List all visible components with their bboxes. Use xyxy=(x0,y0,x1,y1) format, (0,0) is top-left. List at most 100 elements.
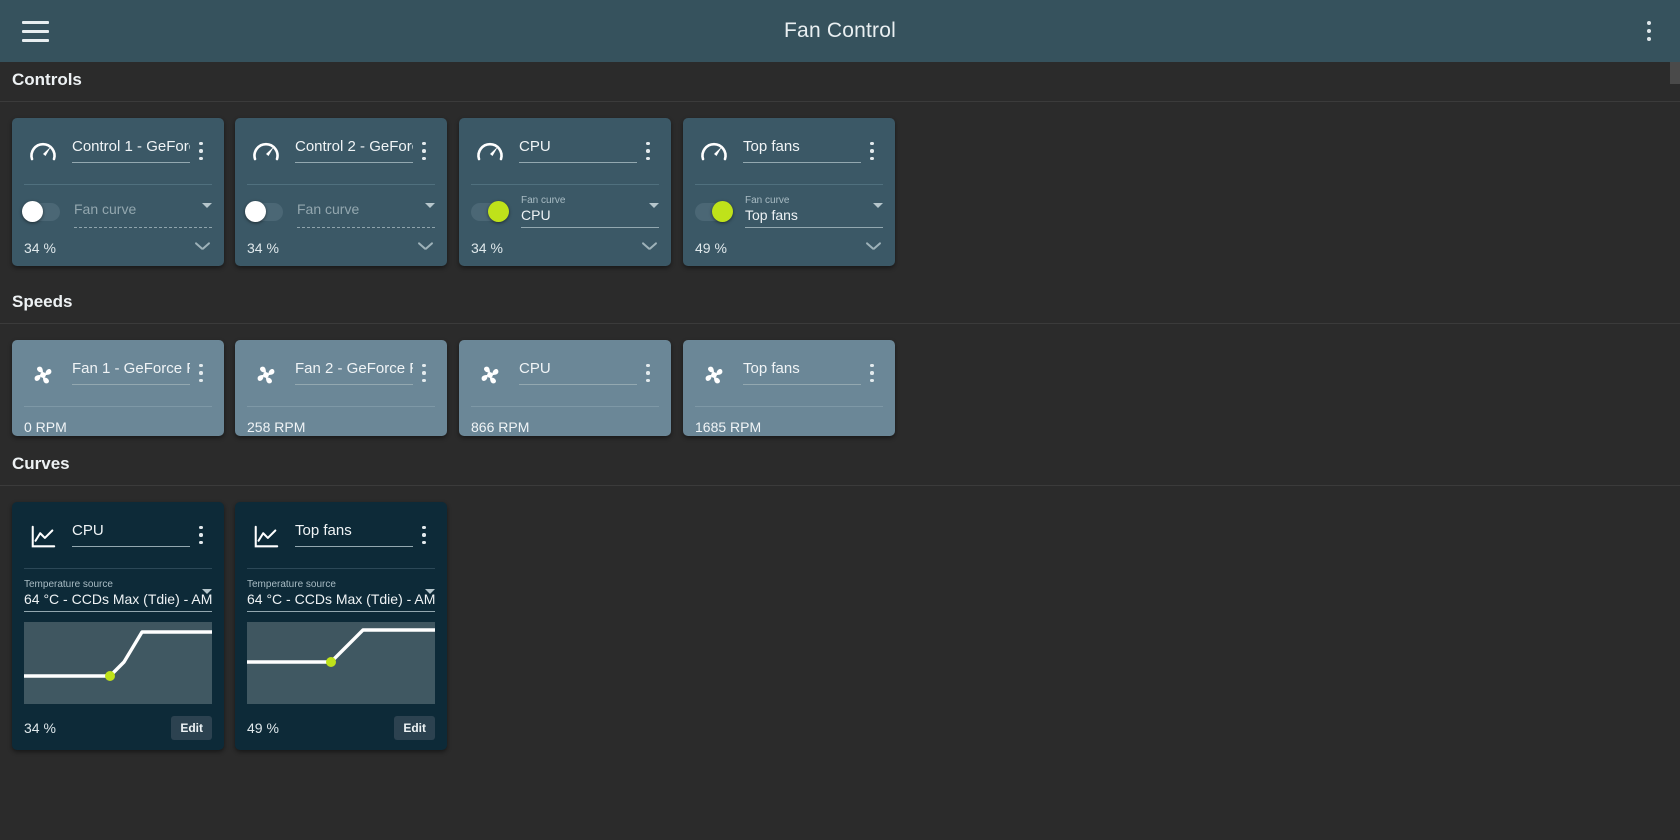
speed-name-field[interactable]: CPU xyxy=(519,360,637,385)
field-underline xyxy=(295,384,413,385)
control-footer: 34 % xyxy=(459,228,671,256)
kebab-dot xyxy=(646,141,650,146)
control-percent: 49 % xyxy=(695,240,727,256)
control-kebab-icon[interactable] xyxy=(861,136,883,166)
field-underline xyxy=(519,384,637,385)
toggle-knob xyxy=(245,200,266,222)
fan-curve-select[interactable]: Fan curve Top fans xyxy=(745,195,883,228)
fan-icon xyxy=(695,356,733,394)
speed-card-header: CPU xyxy=(459,340,671,394)
scrollbar-thumb[interactable] xyxy=(1670,62,1680,84)
curve-name: CPU xyxy=(72,522,104,539)
speed-name-field[interactable]: Fan 2 - GeForce RTX xyxy=(295,360,413,385)
control-card-header: Control 2 - GeForce xyxy=(235,118,447,172)
kebab-menu-icon[interactable] xyxy=(1632,11,1666,51)
expand-chevron-icon[interactable] xyxy=(417,243,435,254)
select-underline xyxy=(247,611,435,612)
control-card[interactable]: Control 1 - GeForce Fan curve 34 % xyxy=(12,118,224,266)
control-name: CPU xyxy=(519,138,551,155)
speed-name-field[interactable]: Fan 1 - GeForce RTX xyxy=(72,360,190,385)
speed-name-field[interactable]: Top fans xyxy=(743,360,861,385)
control-kebab-icon[interactable] xyxy=(413,136,435,166)
speed-name: CPU xyxy=(519,360,551,377)
expand-chevron-icon[interactable] xyxy=(194,243,212,254)
fan-curve-select[interactable]: Fan curve CPU xyxy=(521,195,659,228)
speed-card[interactable]: Fan 2 - GeForce RTX 258 RPM xyxy=(235,340,447,436)
control-enable-toggle[interactable] xyxy=(245,200,283,222)
kebab-dot xyxy=(870,371,874,375)
kebab-dot xyxy=(422,149,426,153)
speed-kebab-icon[interactable] xyxy=(413,358,435,388)
curve-card-header: CPU xyxy=(12,502,224,556)
curve-kebab-icon[interactable] xyxy=(190,520,212,550)
expand-chevron-icon[interactable] xyxy=(865,243,883,254)
control-name-field[interactable]: CPU xyxy=(519,138,637,163)
curve-card[interactable]: Top fans Temperature source 64 °C - CCDs… xyxy=(235,502,447,750)
chevron-down-icon xyxy=(425,589,435,594)
control-card[interactable]: Control 2 - GeForce Fan curve 34 % xyxy=(235,118,447,266)
kebab-dot xyxy=(199,525,203,530)
fan-curve-placeholder: Fan curve xyxy=(297,201,360,217)
control-card[interactable]: CPU Fan curve CPU 34 % xyxy=(459,118,671,266)
curve-card[interactable]: CPU Temperature source 64 °C - CCDs Max … xyxy=(12,502,224,750)
speedometer-icon xyxy=(24,134,62,172)
curve-graph[interactable] xyxy=(247,622,435,704)
fan-curve-label: Fan curve xyxy=(745,195,790,206)
curve-footer: 49 % Edit xyxy=(235,704,447,740)
control-kebab-icon[interactable] xyxy=(637,136,659,166)
control-enable-toggle[interactable] xyxy=(22,200,60,222)
kebab-dot xyxy=(1647,29,1651,33)
speed-kebab-icon[interactable] xyxy=(190,358,212,388)
speed-rpm: 1685 RPM xyxy=(695,419,762,435)
control-enable-toggle[interactable] xyxy=(695,200,733,222)
chevron-down-icon xyxy=(649,203,659,208)
curve-name-field[interactable]: CPU xyxy=(72,522,190,547)
fan-curve-select[interactable]: Fan curve xyxy=(74,195,212,228)
kebab-dot xyxy=(422,378,426,383)
toggle-knob xyxy=(22,200,43,222)
field-underline xyxy=(743,384,861,385)
field-underline xyxy=(295,546,413,547)
fan-curve-placeholder: Fan curve xyxy=(74,201,137,217)
control-name: Top fans xyxy=(743,138,800,155)
speed-card[interactable]: CPU 866 RPM xyxy=(459,340,671,436)
temperature-source-select[interactable]: Temperature source 64 °C - CCDs Max (Tdi… xyxy=(12,569,224,612)
curve-kebab-icon[interactable] xyxy=(413,520,435,550)
speed-kebab-icon[interactable] xyxy=(861,358,883,388)
kebab-dot xyxy=(646,371,650,375)
line-chart-icon xyxy=(24,518,62,556)
control-name-field[interactable]: Control 1 - GeForce xyxy=(72,138,190,163)
edit-button[interactable]: Edit xyxy=(394,716,435,740)
speedometer-icon xyxy=(247,134,285,172)
kebab-dot xyxy=(870,363,874,368)
control-card[interactable]: Top fans Fan curve Top fans 49 % xyxy=(683,118,895,266)
page-title: Fan Control xyxy=(784,19,896,42)
kebab-dot xyxy=(1647,21,1651,25)
control-kebab-icon[interactable] xyxy=(190,136,212,166)
speedometer-icon xyxy=(471,134,509,172)
select-underline xyxy=(297,227,435,228)
select-underline xyxy=(521,227,659,228)
curve-graph[interactable] xyxy=(24,622,212,704)
speed-kebab-icon[interactable] xyxy=(637,358,659,388)
fan-curve-select[interactable]: Fan curve xyxy=(297,195,435,228)
speed-card[interactable]: Fan 1 - GeForce RTX 0 RPM xyxy=(12,340,224,436)
temperature-source-select[interactable]: Temperature source 64 °C - CCDs Max (Tdi… xyxy=(235,569,447,612)
fan-icon xyxy=(471,356,509,394)
app-titlebar: Fan Control xyxy=(0,0,1680,62)
control-percent: 34 % xyxy=(471,240,503,256)
curve-name-field[interactable]: Top fans xyxy=(295,522,413,547)
kebab-dot xyxy=(422,371,426,375)
edit-button[interactable]: Edit xyxy=(171,716,212,740)
kebab-dot xyxy=(646,378,650,383)
control-name-field[interactable]: Control 2 - GeForce xyxy=(295,138,413,163)
control-card-header: Control 1 - GeForce xyxy=(12,118,224,172)
kebab-dot xyxy=(870,378,874,383)
speed-card[interactable]: Top fans 1685 RPM xyxy=(683,340,895,436)
speed-rpm: 0 RPM xyxy=(24,419,67,435)
expand-chevron-icon[interactable] xyxy=(641,243,659,254)
control-name-field[interactable]: Top fans xyxy=(743,138,861,163)
temperature-source-value: 64 °C - CCDs Max (Tdie) - AMD xyxy=(24,591,212,607)
speed-name: Fan 1 - GeForce RTX xyxy=(72,360,190,377)
control-enable-toggle[interactable] xyxy=(471,200,509,222)
